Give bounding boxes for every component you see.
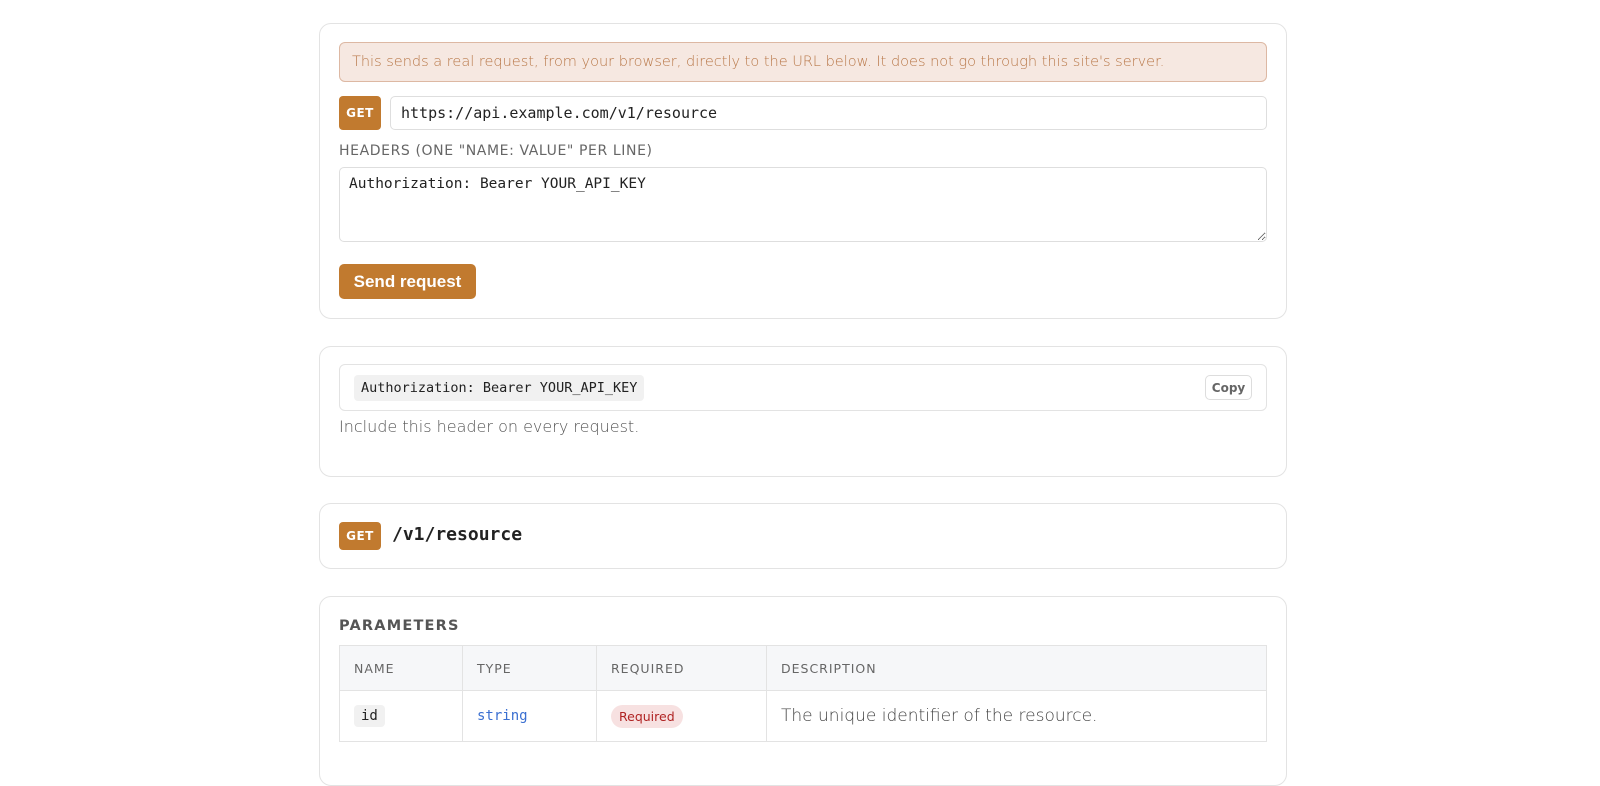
parameters-table: NAME TYPE REQUIRED DESCRIPTION id string…	[339, 645, 1267, 742]
send-request-button[interactable]: Send request	[339, 264, 476, 299]
param-name-cell: id	[339, 690, 463, 742]
cors-notice: This sends a real request, from your bro…	[339, 42, 1267, 82]
copy-button[interactable]: Copy	[1205, 375, 1252, 400]
param-name: id	[354, 705, 385, 727]
parameters-title: PARAMETERS	[339, 618, 460, 634]
column-header-required: REQUIRED	[596, 645, 767, 691]
auth-header-code: Authorization: Bearer YOUR_API_KEY	[354, 375, 645, 401]
try-it-card: This sends a real request, from your bro…	[319, 23, 1287, 319]
param-type: string	[477, 708, 528, 724]
table-row: id string Required The unique identifier…	[339, 690, 1267, 742]
headers-textarea[interactable]: Authorization: Bearer YOUR_API_KEY	[339, 167, 1267, 242]
parameters-card: PARAMETERS NAME TYPE REQUIRED DESCRIPTIO…	[319, 596, 1287, 786]
endpoint-method-badge: GET	[339, 522, 381, 550]
headers-label: HEADERS (ONE "NAME: VALUE" PER LINE)	[339, 143, 653, 159]
param-description-cell: The unique identifier of the resource.	[766, 690, 1267, 742]
url-input[interactable]	[390, 96, 1267, 130]
param-type-cell: string	[462, 690, 597, 742]
endpoint-card: GET /v1/resource	[319, 503, 1287, 569]
column-header-name: NAME	[339, 645, 463, 691]
param-required-cell: Required	[596, 690, 767, 742]
endpoint-path: /v1/resource	[392, 524, 523, 545]
auth-code-block: Authorization: Bearer YOUR_API_KEY Copy	[339, 364, 1267, 411]
table-header-row: NAME TYPE REQUIRED DESCRIPTION	[339, 645, 1267, 691]
column-header-description: DESCRIPTION	[766, 645, 1267, 691]
required-badge: Required	[611, 704, 683, 728]
auth-card: Authorization: Bearer YOUR_API_KEY Copy …	[319, 346, 1287, 477]
column-header-type: TYPE	[462, 645, 597, 691]
auth-help-text: Include this header on every request.	[339, 417, 640, 436]
param-description: The unique identifier of the resource.	[781, 706, 1098, 726]
method-badge: GET	[339, 96, 381, 130]
